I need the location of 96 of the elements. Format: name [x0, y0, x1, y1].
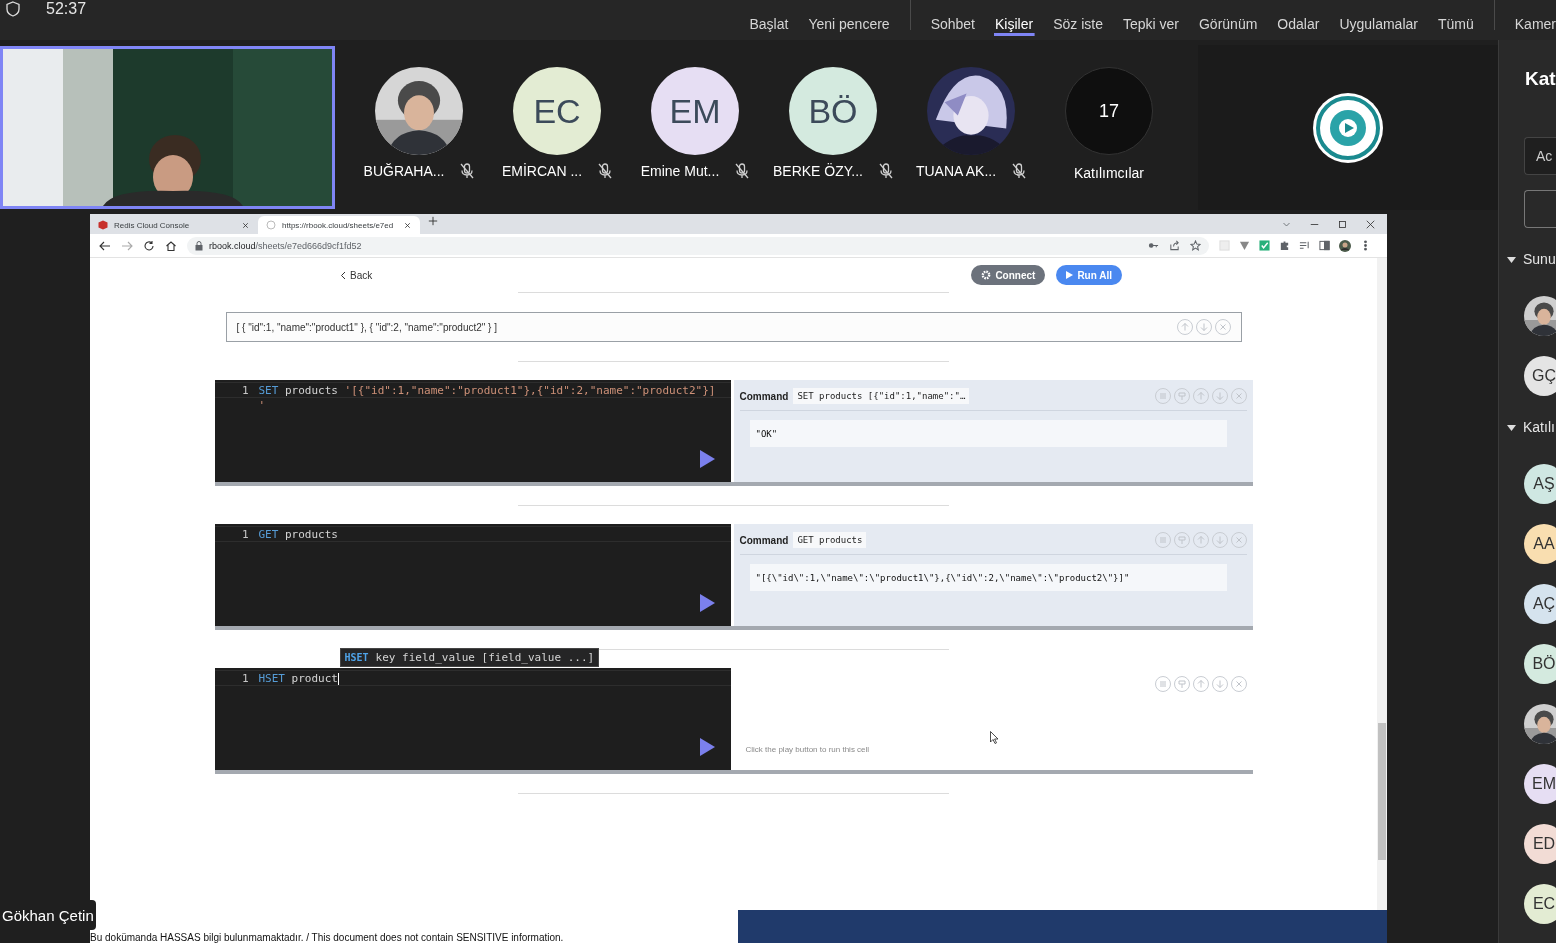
- presenter-name: Gökhan Çetin: [0, 900, 96, 930]
- line-number: 1: [241, 671, 249, 685]
- toolbar-button[interactable]: Kamer: [1504, 0, 1556, 40]
- forward-icon[interactable]: [121, 239, 133, 252]
- cube-icon: [98, 220, 108, 230]
- code-line: HSET product: [258, 671, 339, 685]
- sidebar-icon[interactable]: [1319, 240, 1330, 251]
- avatar-initials: EC: [1524, 884, 1556, 924]
- close-icon[interactable]: [403, 220, 412, 230]
- hint-text: Click the play button to run this cell: [744, 745, 871, 754]
- toolbar-button[interactable]: Odalar: [1267, 0, 1330, 40]
- code-line: SET products '[{"id":1,"name":"product1"},{"id":2,"name":"product2"}]: [258, 383, 716, 397]
- emblem-icon: [1312, 91, 1384, 164]
- triangle-icon[interactable]: [1239, 240, 1250, 251]
- close-icon[interactable]: [241, 220, 250, 230]
- avatar-initials: GÇ: [1524, 356, 1556, 396]
- participant-name: TUANA AK...: [915, 163, 997, 179]
- lock-icon[interactable]: [195, 240, 203, 251]
- toolbar-button[interactable]: Sohbet: [920, 0, 985, 40]
- toolbar-button[interactable]: Başlat: [739, 0, 799, 40]
- browser-tab[interactable]: Redis Cloud Console: [90, 216, 258, 234]
- toolbar-button[interactable]: Tepki ver: [1112, 0, 1189, 40]
- avatar-initials: AÇ: [1524, 584, 1556, 624]
- checkbox-icon[interactable]: [1259, 240, 1270, 251]
- share-icon[interactable]: [1169, 240, 1180, 251]
- shield-icon: [6, 1, 20, 17]
- chevron-left-icon: [340, 270, 346, 280]
- output-value: "OK": [749, 420, 1227, 447]
- play-button[interactable]: [698, 450, 715, 468]
- participants-label: Katılımcılar: [1074, 165, 1144, 181]
- code-editor[interactable]: 1 SET products '[{"id":1,"name":"product1"},{"id":2,"name":"product2"}] ': [214, 380, 731, 482]
- browser-tab[interactable]: https://rbook.cloud/sheets/e7ed: [258, 216, 420, 234]
- command-label: Command: [739, 390, 789, 402]
- avatar-initials: AŞ: [1524, 464, 1556, 504]
- play-button[interactable]: [698, 738, 715, 756]
- mic-off-icon[interactable]: [598, 163, 613, 179]
- playlist-icon[interactable]: [1299, 240, 1310, 251]
- profile-icon[interactable]: [1339, 239, 1351, 252]
- toolbar-button[interactable]: Yeni pencere: [798, 0, 900, 40]
- mic-off-icon[interactable]: [460, 163, 475, 179]
- avatar-initials: BÖ: [789, 67, 877, 155]
- mic-off-icon[interactable]: [735, 163, 750, 179]
- toolbar-button[interactable]: Uygulamalar: [1329, 0, 1428, 40]
- reload-icon[interactable]: [143, 239, 155, 252]
- avatar-initials: BÖ: [1524, 644, 1556, 684]
- search-field[interactable]: Ac: [1524, 137, 1556, 175]
- line-number: 1: [241, 383, 249, 397]
- avatar-initials: EM: [1524, 764, 1556, 804]
- play-icon: [1066, 271, 1074, 279]
- participant-name: EMİRCAN ...: [501, 163, 583, 179]
- code-line: GET products: [258, 527, 338, 541]
- back-link[interactable]: Back: [340, 269, 373, 281]
- mic-off-icon[interactable]: [1012, 163, 1027, 179]
- key-icon[interactable]: [1148, 240, 1159, 251]
- command-code: SET products [{"id":1,"name":"…: [793, 388, 970, 404]
- autocomplete-tooltip: HSET key field_value [field_value ...]: [339, 648, 600, 667]
- footer-notice: Bu dokümanda HASSAS bilgi bulunmamaktadır. / This document does not contain SENSITIVE information.: [90, 932, 564, 943]
- toolbar-button[interactable]: Görünüm: [1189, 0, 1268, 40]
- star-icon[interactable]: [1190, 240, 1201, 251]
- text-cell-content: [ { "id":1, "name":"product1" }, { "id":2, "name":"product2" } ]: [236, 321, 498, 333]
- play-button[interactable]: [698, 594, 715, 612]
- code-line: ': [258, 398, 266, 412]
- avatar-initials: EC: [513, 67, 601, 155]
- panel-title: Kat: [1525, 68, 1556, 91]
- home-icon[interactable]: [165, 239, 177, 252]
- settings-icon: [981, 270, 992, 280]
- section-header[interactable]: Sunu: [1507, 250, 1556, 268]
- mouse-pointer-icon: [989, 731, 999, 744]
- page-icon: [266, 220, 276, 230]
- avatar-initials: AA: [1524, 524, 1556, 564]
- line-number: 1: [241, 527, 249, 541]
- participant-count-button[interactable]: 17: [1065, 67, 1153, 155]
- participant-name: Emine Mut...: [640, 163, 720, 179]
- output-value: "[{\"id\":1,\"name\":\"product1\"},{\"id\":2,\"name\":\"product2\"}]": [749, 564, 1227, 591]
- url-field[interactable]: rbook.cloud/sheets/e7ed666d9cf1fd52: [209, 240, 362, 251]
- avatar-initials: EM: [651, 67, 739, 155]
- command-code: GET products: [793, 532, 867, 548]
- command-label: Command: [739, 534, 789, 546]
- back-icon[interactable]: [99, 239, 111, 252]
- scrollbar[interactable]: [1377, 258, 1387, 910]
- plus-icon[interactable]: [428, 216, 438, 226]
- code-editor[interactable]: 1 GET products: [214, 524, 731, 626]
- section-header[interactable]: Katılı: [1507, 418, 1556, 436]
- connect-button[interactable]: Connect: [971, 265, 1046, 285]
- panel-button[interactable]: [1524, 190, 1556, 228]
- avatar-initials: ED: [1524, 824, 1556, 864]
- maximize-icon[interactable]: [1338, 219, 1347, 229]
- close-icon[interactable]: [1366, 219, 1375, 229]
- mic-off-icon[interactable]: [879, 163, 893, 179]
- code-editor[interactable]: 1 HSET product: [214, 668, 731, 770]
- participant-name: BUĞRAHA...: [363, 163, 445, 179]
- toolbar-button[interactable]: Tümü: [1427, 0, 1484, 40]
- participant-name: BERKE ÖZY...: [773, 163, 863, 179]
- puzzle-icon[interactable]: [1279, 240, 1290, 251]
- meeting-timer: 52:37: [46, 0, 87, 18]
- toolbar-button[interactable]: Söz iste: [1043, 0, 1113, 40]
